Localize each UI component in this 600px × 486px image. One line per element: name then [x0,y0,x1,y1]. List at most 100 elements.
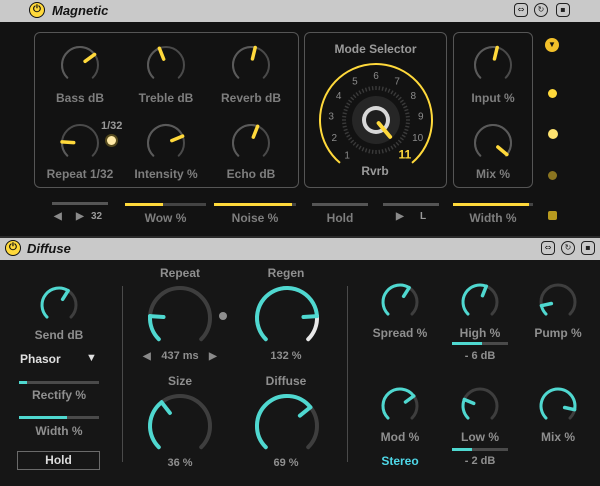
mix-label: Mix % [540,430,575,444]
power-icon: ⏻ [33,4,41,15]
divider-left [122,286,123,462]
high-gain-readout: - 6 dB [464,350,496,362]
repeat-stepper-right[interactable]: ▶ [76,211,84,222]
send-label: Send dB [34,328,84,342]
knob-needle [157,46,166,61]
diffuse-power-button[interactable]: ⏻ [5,240,21,256]
regen-knob[interactable] [252,283,322,353]
reset-icon[interactable]: ↻ [534,3,548,17]
knob-value-arc [255,393,313,450]
repeat-inc-button[interactable]: ▶ [209,351,217,362]
diffuse-readout: 69 % [273,457,299,469]
knob-value-arc [474,46,499,79]
bass-label: Bass dB [55,91,105,105]
treble-knob[interactable] [144,43,188,87]
high-knob[interactable] [460,282,500,322]
dropdown-arrow-icon[interactable]: ▼ [545,38,559,52]
knob-value-arc [381,387,416,420]
knob-needle [403,394,416,404]
mode-knurl [378,149,381,154]
intensity-knob[interactable] [144,121,188,165]
mode-knurl [405,112,410,115]
mode-knurl [352,94,357,99]
bass-knob[interactable] [58,43,102,87]
save-icon[interactable]: ▪ [581,241,595,255]
rectify-slider-fill[interactable] [19,381,27,384]
width-slider-fill[interactable] [19,416,67,419]
echo-knob[interactable] [229,121,273,165]
mode-knurl [350,139,355,144]
led-3[interactable] [548,171,557,180]
link-icon[interactable]: ⇔ [541,241,555,255]
mode-knurl [364,87,368,92]
mix-knob[interactable] [538,386,578,426]
knob-needle [562,405,577,412]
width-slider-fill[interactable] [453,203,529,206]
high-gain-fill[interactable] [452,342,482,345]
low-label: Low % [461,430,499,444]
diffuse-knob[interactable] [252,391,322,461]
noise-label: Noise % [231,211,279,225]
mode-knurl [405,122,410,125]
knob-needle [148,314,166,319]
repeat-stepper-left[interactable]: ◀ [54,211,62,222]
magnetic-power-button[interactable]: ⏻ [29,2,45,18]
mode-knurl [346,102,351,106]
wow-slider-fill[interactable] [125,203,163,206]
repeat-knob[interactable] [145,283,215,353]
width-label: Width % [35,424,83,438]
pump-knob[interactable] [538,282,578,322]
mod-knob[interactable] [380,386,420,426]
mode-knurl [352,141,357,146]
low-gain-readout: - 2 dB [464,455,496,467]
input-knob[interactable] [471,43,515,87]
mode-knurl [368,149,371,154]
save-icon[interactable]: ▪ [556,3,570,17]
mode-knurl [404,108,409,112]
mix-knob[interactable] [471,121,515,165]
mode-number: 7 [394,76,400,87]
knob-needle [60,288,70,302]
mode-knurl [348,137,353,141]
square-led[interactable] [548,211,557,220]
noise-slider-fill[interactable] [214,203,292,206]
repeat-dec-button[interactable]: ◀ [143,351,151,362]
play-bar[interactable] [383,203,439,206]
knob-needle [480,284,489,298]
low-gain-fill[interactable] [452,448,472,451]
led-2[interactable] [548,129,558,139]
repeat-tag: 1/32 [101,120,123,132]
waveform-dropdown[interactable]: Phasor ▼ [18,350,102,368]
mode-knurl [401,102,406,106]
hold-button[interactable]: Hold [17,451,100,470]
link-icon[interactable]: ⇔ [514,3,528,17]
reverb-knob[interactable] [229,43,273,87]
send-knob[interactable] [39,285,79,325]
led-1[interactable] [548,89,557,98]
sync-led[interactable] [219,312,227,320]
mode-knurl [399,99,404,103]
mode-knurl [397,96,402,101]
mod-label: Mod % [380,430,420,444]
mode-number: 3 [328,111,334,122]
divider-right [347,286,348,462]
knob-value-arc [61,140,69,157]
reset-icon[interactable]: ↻ [561,241,575,255]
pump-label: Pump % [534,326,582,340]
play-icon[interactable]: ▶ [396,211,404,222]
mode-knurl [399,137,404,141]
spread-knob[interactable] [380,282,420,322]
mix-label: Mix % [475,167,510,181]
hold-bar[interactable] [312,203,368,206]
mode-number: 5 [352,76,358,87]
repeat-knob[interactable] [58,121,102,165]
mode-selector-dial[interactable]: 12 345 6 789 1011 [304,58,447,178]
knob-value-arc [255,286,319,342]
low-knob[interactable] [460,386,500,426]
stereo-mode[interactable]: Stereo [360,454,440,468]
mode-knurl [358,90,362,95]
knob-value-arc [148,314,161,342]
mode-knurl [405,115,410,118]
size-knob[interactable] [145,391,215,461]
repeat-led[interactable] [107,136,116,145]
